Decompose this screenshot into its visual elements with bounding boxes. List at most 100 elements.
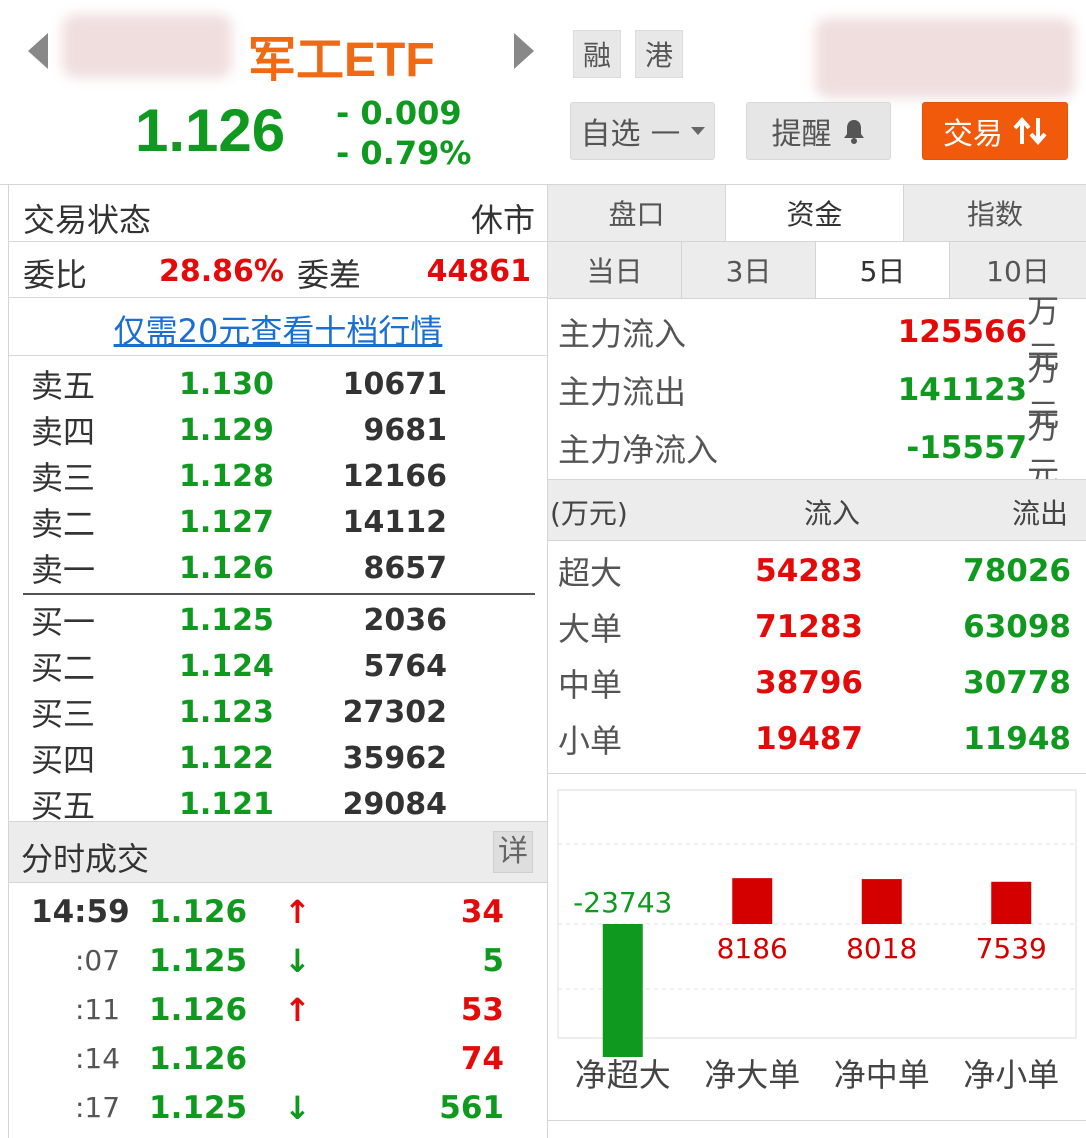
tick-volume: 74: [460, 1040, 504, 1077]
bid-price: 1.123: [179, 694, 274, 730]
main-net-label: 主力净流入: [558, 431, 719, 469]
bid-row[interactable]: 买四 1.122 35962: [9, 735, 547, 781]
ask-level-name: 卖五: [31, 367, 96, 405]
bid-level-name: 买四: [31, 741, 96, 779]
period-tab[interactable]: 当日: [548, 242, 682, 298]
ask-volume: 8657: [363, 550, 448, 586]
committee-ratio-value: 28.86%: [159, 254, 284, 289]
chart-data-label: -23743: [573, 886, 672, 919]
bid-volume: 2036: [363, 602, 448, 638]
chart-data-label: 8186: [717, 932, 788, 965]
bid-level-name: 买一: [31, 603, 96, 641]
main-tab[interactable]: 盘口: [548, 185, 726, 241]
size-row-outflow: 63098: [963, 609, 1071, 645]
bid-price: 1.125: [179, 602, 274, 638]
ask-price: 1.126: [179, 550, 274, 586]
committee-row: 委比 28.86% 委差 44861: [9, 242, 547, 298]
size-row-inflow: 19487: [755, 721, 863, 757]
main-inflow-row: 主力流入 125566 万元: [548, 292, 1086, 376]
watchlist-button[interactable]: 自选 —: [570, 102, 715, 160]
ticks-header: 分时成交 详: [9, 821, 547, 883]
prev-stock-arrow-icon[interactable]: [28, 33, 48, 69]
size-row-inflow: 71283: [755, 609, 863, 645]
alert-button[interactable]: 提醒: [746, 102, 891, 160]
ask-row[interactable]: 卖三 1.128 12166: [9, 453, 547, 499]
size-table-header: (万元) 流入 流出: [548, 479, 1086, 541]
bid-level-name: 买三: [31, 695, 96, 733]
size-row: 超大 54283 78026: [548, 543, 1086, 599]
committee-ratio-label: 委比: [23, 256, 88, 294]
hk-connect-tag[interactable]: 港: [635, 30, 683, 78]
main-fund-flow: 主力流入 125566 万元 主力流出 141123 万元 主力净流入 -155…: [548, 292, 1086, 492]
ask-row[interactable]: 卖五 1.130 10671: [9, 361, 547, 407]
ask-volume: 14112: [342, 504, 447, 540]
period-tab-bar: 当日 3日 5日 10日: [548, 242, 1086, 299]
chart-category-label: 净超大: [575, 1056, 671, 1094]
ask-row[interactable]: 卖二 1.127 14112: [9, 499, 547, 545]
bid-price: 1.122: [179, 740, 274, 776]
left-panel: 交易状态 休市 委比 28.86% 委差 44861 仅需20元查看十档行情 卖…: [8, 185, 548, 1138]
tick-volume: 53: [460, 991, 504, 1028]
ask-level-name: 卖三: [31, 459, 96, 497]
bid-volume: 5764: [363, 648, 448, 684]
size-row-name: 中单: [558, 666, 623, 704]
ask-row[interactable]: 卖四 1.129 9681: [9, 407, 547, 453]
account-info-blur: [815, 18, 1075, 98]
size-row: 小单 19487 11948: [548, 711, 1086, 767]
bid-price: 1.121: [179, 786, 274, 822]
ticks-detail-button[interactable]: 详: [493, 831, 533, 873]
bid-row[interactable]: 买一 1.125 2036: [9, 597, 547, 643]
trade-status-row: 交易状态 休市: [9, 185, 547, 242]
tick-price: 1.126: [149, 991, 248, 1028]
bid-level-name: 买二: [31, 649, 96, 687]
tick-price: 1.125: [149, 1089, 248, 1126]
size-header-unit: (万元): [550, 497, 628, 530]
tick-row: :11 1.126 ↑ 53: [9, 985, 547, 1034]
main-net-row: 主力净流入 -15557 万元: [548, 408, 1086, 492]
last-price: 1.126: [135, 97, 286, 164]
ask-volume: 9681: [363, 412, 448, 448]
bid-list: 买一 1.125 2036 买二 1.124 5764 买三 1.123 27302 买四 1.12…: [9, 597, 547, 827]
bell-icon: [843, 120, 864, 144]
bid-row[interactable]: 买三 1.123 27302: [9, 689, 547, 735]
main-tab[interactable]: 指数: [904, 185, 1086, 241]
size-row-outflow: 78026: [963, 553, 1071, 589]
main-outflow-label: 主力流出: [558, 373, 687, 411]
size-row-inflow: 38796: [755, 665, 863, 701]
ask-list: 卖五 1.130 10671 卖四 1.129 9681 卖三 1.128 12166 卖二 1.1…: [9, 361, 547, 591]
tick-time: :07: [75, 944, 121, 977]
right-panel: 盘口 资金 指数 当日 3日 5日 10日 主力流入 125566 万元 主力流出 141…: [548, 185, 1086, 1138]
tick-row: :17 1.125 ↓ 561: [9, 1083, 547, 1132]
ten-level-quote-link[interactable]: 仅需20元查看十档行情: [114, 306, 443, 352]
tick-time: :14: [75, 1042, 121, 1075]
bid-volume: 35962: [342, 740, 447, 776]
period-tab[interactable]: 5日: [816, 242, 950, 298]
chart-category-label: 净大单: [704, 1056, 800, 1094]
chart-category-label: 净小单: [963, 1056, 1059, 1094]
trade-button[interactable]: 交易: [922, 102, 1068, 160]
margin-tag[interactable]: 融: [573, 30, 621, 78]
chart-bar: [602, 924, 643, 1057]
bid-row[interactable]: 买二 1.124 5764: [9, 643, 547, 689]
trade-label: 交易: [943, 117, 1003, 152]
size-row: 大单 71283 63098: [548, 599, 1086, 655]
chart-data-label: 8018: [846, 932, 917, 965]
tick-row: 14:59 1.126 ↑ 34: [9, 887, 547, 936]
chart-data-label: 7539: [976, 932, 1047, 965]
stock-title: 军工ETF: [248, 34, 435, 87]
tick-price: 1.126: [149, 1040, 248, 1077]
main-outflow-value: 141123: [897, 372, 1028, 408]
size-row-name: 小单: [558, 722, 623, 760]
main-tab[interactable]: 资金: [726, 185, 904, 241]
bid-ask-divider: [23, 593, 535, 595]
tick-time: :11: [75, 993, 121, 1026]
net-flow-chart: -23743 净超大 8186 净大单 8018 净中单 7539 净小单: [557, 789, 1077, 1094]
ticks-title: 分时成交: [21, 840, 150, 878]
tick-price: 1.125: [149, 942, 248, 979]
main-inflow-value: 125566: [897, 314, 1028, 350]
order-book: 卖五 1.130 10671 卖四 1.129 9681 卖三 1.128 12166 卖二 1.1…: [9, 361, 547, 827]
ask-row[interactable]: 卖一 1.126 8657: [9, 545, 547, 591]
period-tab[interactable]: 3日: [682, 242, 816, 298]
next-stock-arrow-icon[interactable]: [514, 33, 534, 69]
ask-price: 1.128: [179, 458, 274, 494]
